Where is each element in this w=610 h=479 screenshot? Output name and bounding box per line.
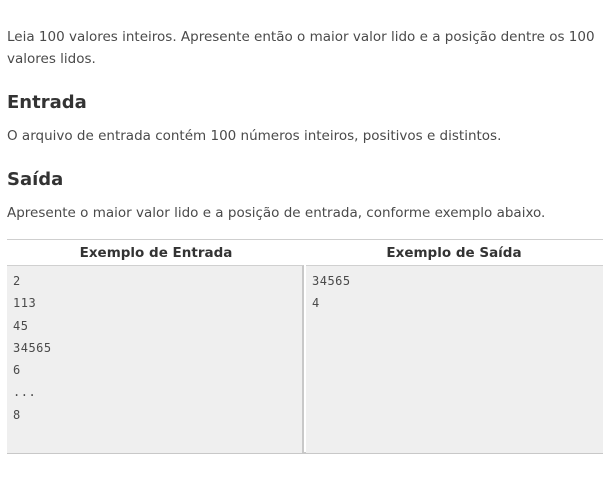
example-input-line: 6 [13, 363, 21, 378]
example-input-header: Exemplo de Entrada [7, 240, 305, 265]
example-output-header: Exemplo de Saída [305, 240, 603, 265]
example-output-line: 4 [312, 296, 320, 311]
input-section-description: O arquivo de entrada contém 100 números … [7, 128, 502, 144]
example-input-lines: 2 113 45 34565 6 ... 8 [7, 266, 302, 430]
example-input-cell: 2 113 45 34565 6 ... 8 [7, 265, 304, 453]
example-output-cell: 34565 4 [306, 265, 603, 453]
example-input-line: 2 [13, 274, 21, 288]
example-output-lines: 34565 4 [306, 266, 603, 319]
problem-description: Leia 100 valores inteiros. Apresente ent… [7, 29, 595, 67]
example-table: Exemplo de Entrada Exemplo de Saída 2 11… [7, 239, 603, 454]
input-section-heading: Entrada [7, 92, 87, 113]
output-section-description: Apresente o maior valor lido e a posição… [7, 205, 546, 221]
example-input-line: ... [13, 385, 37, 400]
example-output-line: 34565 [312, 274, 351, 288]
output-section-heading: Saída [7, 169, 64, 190]
example-input-line: 45 [13, 318, 29, 333]
example-input-line: 113 [13, 296, 37, 311]
example-input-line: 8 [13, 407, 21, 422]
example-input-line: 34565 [13, 340, 52, 355]
